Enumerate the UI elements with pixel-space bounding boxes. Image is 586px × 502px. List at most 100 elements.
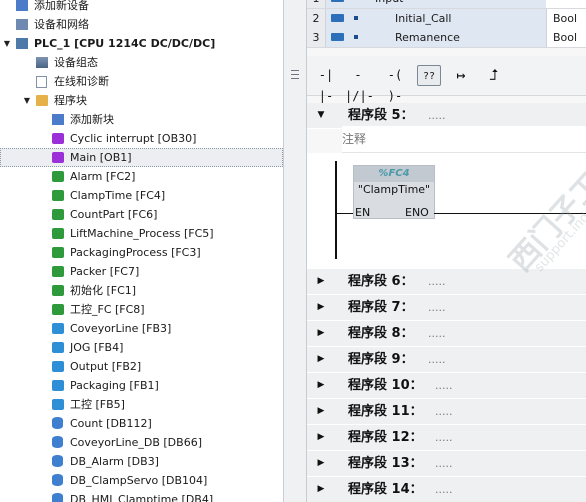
tree-item[interactable]: Count [DB112] bbox=[0, 414, 283, 433]
db-icon bbox=[52, 436, 63, 448]
expand-arrow-icon[interactable]: ▶ bbox=[315, 425, 327, 450]
network-title-placeholder[interactable]: ..... bbox=[435, 425, 452, 450]
fb-icon bbox=[52, 323, 64, 334]
interface-row[interactable]: 2 Initial_Call Bool bbox=[307, 9, 586, 29]
input-pin-icon bbox=[331, 14, 344, 22]
network-title: 程序段 13： bbox=[348, 456, 423, 471]
expand-arrow-icon[interactable]: ▶ bbox=[315, 269, 327, 294]
cpu-icon bbox=[16, 38, 28, 49]
tree-item-label: 设备和网络 bbox=[34, 18, 89, 31]
nc-contact-icon[interactable]: -|/|- bbox=[345, 65, 374, 103]
tree-item[interactable]: CoveyorLine_DB [DB66] bbox=[0, 433, 283, 452]
network-title-placeholder[interactable]: ..... bbox=[428, 347, 445, 372]
network-header[interactable]: ▶ 程序段 12：..... bbox=[307, 425, 586, 451]
device-config-icon bbox=[36, 57, 48, 68]
network-title-placeholder[interactable]: ..... bbox=[428, 295, 445, 320]
add-device-icon bbox=[16, 0, 28, 11]
db-icon bbox=[52, 455, 63, 467]
network-title-placeholder[interactable]: ..... bbox=[428, 269, 445, 294]
tree-item[interactable]: ClampTime [FC4] bbox=[0, 186, 283, 205]
row-highlight bbox=[326, 0, 546, 8]
tree-item-label: Packaging [FB1] bbox=[70, 379, 159, 392]
network-title-placeholder[interactable]: ..... bbox=[435, 373, 452, 398]
tree-item[interactable]: 工控 [FB5] bbox=[0, 395, 283, 414]
fc-icon bbox=[52, 171, 64, 182]
network-title-placeholder[interactable]: ..... bbox=[435, 477, 452, 502]
panel-splitter[interactable] bbox=[284, 0, 307, 502]
network-title: 程序段 10： bbox=[348, 378, 423, 393]
expand-arrow-icon[interactable]: ▶ bbox=[315, 477, 327, 502]
tree-item-label: CoveyorLine [FB3] bbox=[70, 322, 172, 335]
tree-item[interactable]: 添加新块 bbox=[0, 110, 283, 129]
tree-item[interactable]: Main [OB1] bbox=[0, 148, 283, 167]
network-header[interactable]: ▶ 程序段 8：..... bbox=[307, 321, 586, 347]
tree-item[interactable]: Packer [FC7] bbox=[0, 262, 283, 281]
network-header[interactable]: ▶ 程序段 13：..... bbox=[307, 451, 586, 477]
fb-icon bbox=[52, 342, 64, 353]
tree-item-label: ClampTime [FC4] bbox=[70, 189, 166, 202]
tree-item[interactable]: Packaging [FB1] bbox=[0, 376, 283, 395]
tree-item[interactable]: DB_Alarm [DB3] bbox=[0, 452, 283, 471]
ob-icon bbox=[52, 133, 64, 144]
network-title: 程序段 12： bbox=[348, 430, 423, 445]
tree-item[interactable]: 在线和诊断 bbox=[0, 72, 283, 91]
tree-item[interactable]: CountPart [FC6] bbox=[0, 205, 283, 224]
network-comment[interactable]: 注释 bbox=[342, 126, 586, 153]
network-header[interactable]: ▶ 程序段 10：..... bbox=[307, 373, 586, 399]
tree-item[interactable]: 设备和网络 bbox=[0, 15, 283, 34]
tree-item[interactable]: Cyclic interrupt [OB30] bbox=[0, 129, 283, 148]
tree-item[interactable]: CoveyorLine [FB3] bbox=[0, 319, 283, 338]
collapse-arrow-icon[interactable]: ▼ bbox=[315, 103, 327, 128]
tree-item[interactable]: DB_ClampServo [DB104] bbox=[0, 471, 283, 490]
network-title-placeholder[interactable]: ..... bbox=[428, 321, 445, 346]
param-type[interactable]: Bool bbox=[546, 9, 586, 28]
open-branch-icon[interactable]: ↦ bbox=[448, 65, 474, 86]
tree-item[interactable]: 设备组态 bbox=[0, 53, 283, 72]
network-header[interactable]: ▶ 程序段 14：..... bbox=[307, 477, 586, 502]
wire bbox=[434, 213, 586, 214]
block-name: "ClampTime" bbox=[357, 183, 431, 196]
db-icon bbox=[52, 493, 63, 502]
network-title-placeholder[interactable]: ..... bbox=[435, 451, 452, 476]
tree-item[interactable]: 初始化 [FC1] bbox=[0, 281, 283, 300]
expand-arrow-icon[interactable]: ▼ bbox=[22, 91, 32, 110]
network-header[interactable]: ▶ 程序段 9：..... bbox=[307, 347, 586, 373]
expand-arrow-icon[interactable]: ▶ bbox=[315, 451, 327, 476]
expand-arrow-icon[interactable]: ▶ bbox=[315, 373, 327, 398]
empty-box-icon[interactable]: ?? bbox=[417, 65, 441, 86]
tree-item[interactable]: DB_HMI_Clamptime [DB4] bbox=[0, 490, 283, 502]
network-header[interactable]: ▶ 程序段 11：..... bbox=[307, 399, 586, 425]
param-type[interactable]: Bool bbox=[546, 28, 586, 47]
tree-item[interactable]: PackagingProcess [FC3] bbox=[0, 243, 283, 262]
tree-item[interactable]: ▼ 程序块 bbox=[0, 91, 283, 110]
network-header[interactable]: ▶ 程序段 6：..... bbox=[307, 269, 586, 295]
interface-row[interactable]: 3 Remanence Bool bbox=[307, 28, 586, 48]
expand-arrow-icon[interactable]: ▶ bbox=[315, 347, 327, 372]
input-pin-icon bbox=[331, 33, 344, 41]
expand-arrow-icon[interactable]: ▶ bbox=[315, 321, 327, 346]
tree-item-label: CountPart [FC6] bbox=[70, 208, 158, 221]
no-contact-icon[interactable]: -| |- bbox=[313, 65, 339, 103]
tree-item-label: Output [FB2] bbox=[70, 360, 142, 373]
devices-networks-icon bbox=[16, 19, 28, 30]
network-title-placeholder[interactable]: ..... bbox=[435, 399, 452, 424]
expand-arrow-icon[interactable]: ▼ bbox=[2, 34, 12, 53]
tree-item[interactable]: Alarm [FC2] bbox=[0, 167, 283, 186]
coil-icon[interactable]: -( )- bbox=[382, 65, 408, 103]
close-branch-icon[interactable]: ⮥ bbox=[481, 65, 507, 86]
tree-item[interactable]: LiftMachine_Process [FC5] bbox=[0, 224, 283, 243]
expand-arrow-icon[interactable]: ▶ bbox=[315, 295, 327, 320]
tree-item[interactable]: ▼ PLC_1 [CPU 1214C DC/DC/DC] bbox=[0, 34, 283, 53]
interface-row[interactable]: 1 Input bbox=[307, 0, 586, 9]
network-header[interactable]: ▶ 程序段 7：..... bbox=[307, 295, 586, 321]
tree-item[interactable]: 添加新设备 bbox=[0, 0, 283, 15]
tree-item[interactable]: Output [FB2] bbox=[0, 357, 283, 376]
splitter-grip-icon[interactable] bbox=[291, 70, 299, 79]
expand-arrow-icon[interactable]: ▶ bbox=[315, 399, 327, 424]
wire bbox=[337, 213, 353, 214]
tree-item-label: Main [OB1] bbox=[70, 151, 132, 164]
tree-item-label: DB_HMI_Clamptime [DB4] bbox=[70, 493, 214, 502]
tree-item[interactable]: JOG [FB4] bbox=[0, 338, 283, 357]
network-title-placeholder[interactable]: ..... bbox=[428, 103, 445, 128]
tree-item[interactable]: 工控_FC [FC8] bbox=[0, 300, 283, 319]
